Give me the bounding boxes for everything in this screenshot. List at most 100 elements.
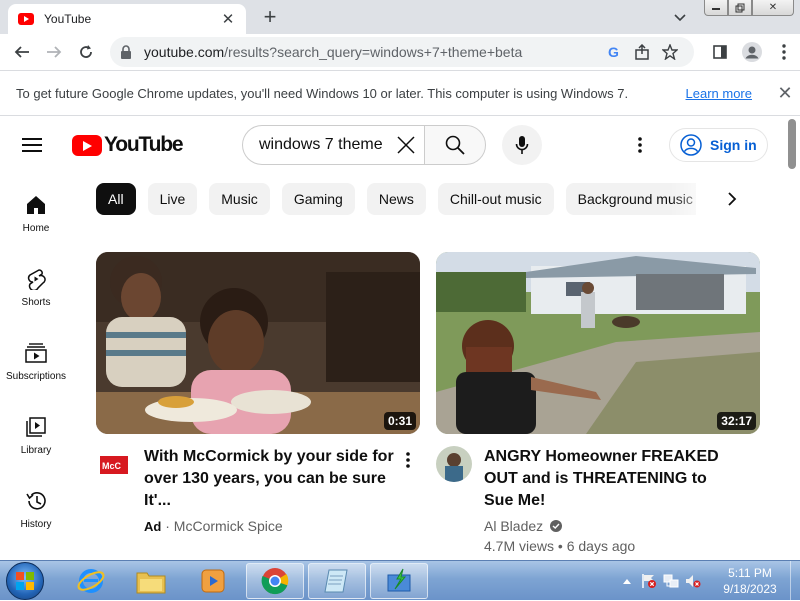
download-taskbar-button[interactable] — [370, 563, 428, 599]
google-lens-icon[interactable]: G — [600, 38, 628, 66]
update-infobar: To get future Google Chrome updates, you… — [0, 70, 800, 116]
video-title[interactable]: With McCormick by your side for over 130… — [144, 446, 394, 512]
search-icon — [445, 135, 465, 155]
search-query-text: windows 7 theme beta — [259, 136, 388, 153]
channel-name[interactable]: McCormick Spice — [174, 518, 283, 534]
video-duration: 0:31 — [383, 412, 416, 430]
share-icon[interactable] — [628, 38, 656, 66]
download-arrow-icon — [387, 568, 411, 592]
network-icon[interactable] — [662, 572, 680, 590]
action-center-icon[interactable] — [640, 572, 658, 590]
channel-avatar[interactable] — [436, 446, 472, 482]
volume-muted-icon[interactable] — [684, 572, 702, 590]
search-input[interactable]: windows 7 theme beta — [242, 125, 424, 165]
chip-music[interactable]: Music — [209, 183, 270, 215]
settings-more-icon[interactable] — [628, 133, 652, 157]
chrome-taskbar-button[interactable] — [246, 563, 304, 599]
profile-avatar-icon[interactable] — [736, 36, 768, 68]
internet-explorer-icon — [77, 569, 105, 593]
guide-item-subscriptions[interactable]: Subscriptions — [0, 335, 72, 409]
guide-menu-icon[interactable] — [22, 135, 50, 155]
youtube-page: YouTube windows 7 theme beta Sign in — [0, 117, 800, 560]
internet-explorer-taskbar-button[interactable] — [62, 563, 120, 599]
subscriptions-icon — [24, 341, 48, 365]
chip-fade — [670, 183, 720, 215]
browser-toolbar: youtube.com/results?search_query=windows… — [0, 34, 800, 70]
media-player-icon — [201, 569, 225, 593]
new-tab-button[interactable]: + — [258, 5, 282, 29]
tab-search-chevron-icon[interactable] — [670, 8, 690, 28]
bookmark-star-icon[interactable] — [656, 38, 684, 66]
home-icon — [24, 193, 48, 217]
windows-logo-icon — [16, 572, 34, 590]
show-hidden-icons-icon[interactable] — [618, 572, 636, 590]
clear-search-icon[interactable] — [388, 127, 424, 163]
youtube-masthead: YouTube windows 7 theme beta Sign in — [0, 117, 800, 173]
back-arrow-icon[interactable] — [6, 36, 38, 68]
history-icon — [24, 489, 48, 513]
library-icon — [24, 415, 48, 439]
search-button[interactable] — [424, 125, 486, 165]
youtube-logo[interactable]: YouTube — [72, 133, 184, 157]
notepad-icon — [324, 569, 348, 593]
infobar-close-icon[interactable]: ✕ — [770, 83, 800, 104]
guide-item-library[interactable]: Library — [0, 409, 72, 483]
address-bar[interactable]: youtube.com/results?search_query=windows… — [110, 37, 694, 67]
notepad-taskbar-button[interactable] — [308, 563, 366, 599]
window-restore-button[interactable] — [728, 0, 752, 16]
channel-avatar[interactable]: McC — [96, 446, 132, 482]
chrome-icon — [261, 568, 289, 595]
video-thumbnail[interactable]: 0:31 — [96, 252, 420, 434]
channel-name[interactable]: Al Bladez — [484, 518, 543, 534]
infobar-message: To get future Google Chrome updates, you… — [16, 85, 629, 101]
video-thumbnail[interactable]: 32:17 — [436, 252, 760, 434]
chevron-right-icon[interactable] — [716, 183, 748, 215]
window-close-button[interactable]: ✕ — [752, 0, 794, 16]
side-panel-icon[interactable] — [704, 36, 736, 68]
guide-item-label: Home — [22, 223, 50, 234]
window-minimize-button[interactable] — [704, 0, 728, 16]
video-more-icon[interactable] — [396, 448, 420, 472]
start-button[interactable] — [6, 562, 44, 600]
chip-chill-out-music[interactable]: Chill-out music — [437, 183, 554, 215]
browser-tab[interactable]: YouTube ✕ — [8, 4, 246, 34]
chip-news[interactable]: News — [366, 183, 426, 215]
voice-search-button[interactable] — [502, 125, 542, 165]
guide-item-history[interactable]: History — [0, 483, 72, 557]
sign-in-label: Sign in — [710, 137, 757, 153]
page-scrollbar[interactable] — [788, 119, 796, 169]
youtube-favicon-icon — [18, 13, 34, 25]
clock-date: 9/18/2023 — [723, 582, 777, 596]
explorer-taskbar-button[interactable] — [122, 563, 180, 599]
verified-check-icon — [550, 520, 563, 532]
svg-text:G: G — [608, 44, 619, 60]
learn-more-link[interactable]: Learn more — [686, 86, 752, 101]
account-circle-icon — [680, 134, 702, 156]
chip-live[interactable]: Live — [147, 183, 198, 215]
taskbar-clock[interactable]: 5:11 PM 9/18/2023 — [714, 565, 786, 597]
video-title[interactable]: ANGRY Homeowner FREAKED OUT and is THREA… — [484, 446, 734, 512]
media-player-taskbar-button[interactable] — [184, 563, 242, 599]
microphone-icon — [515, 136, 529, 154]
video-duration: 32:17 — [717, 412, 756, 430]
lock-icon — [120, 45, 134, 59]
svg-text:McC: McC — [102, 461, 122, 471]
system-tray — [616, 561, 704, 601]
guide-item-shorts[interactable]: Shorts — [0, 261, 72, 335]
show-desktop-button[interactable] — [790, 561, 800, 601]
forward-arrow-icon[interactable] — [38, 36, 70, 68]
tab-close-icon[interactable]: ✕ — [220, 10, 236, 28]
youtube-logo-text: YouTube — [104, 133, 184, 156]
url-text: youtube.com/results?search_query=windows… — [144, 44, 523, 60]
folder-icon — [136, 572, 166, 594]
sign-in-button[interactable]: Sign in — [669, 128, 768, 162]
chip-all[interactable]: All — [96, 183, 136, 215]
video-card[interactable]: 0:31 McC With McCormick by your side for… — [96, 252, 420, 537]
guide-item-home[interactable]: Home — [0, 187, 72, 261]
video-card[interactable]: 32:17 ANGRY Homeowner FREAKED OUT and is… — [436, 252, 760, 556]
windows-taskbar: 5:11 PM 9/18/2023 — [0, 560, 800, 601]
chip-gaming[interactable]: Gaming — [281, 183, 355, 215]
clock-time: 5:11 PM — [728, 566, 772, 580]
chrome-menu-icon[interactable] — [768, 36, 800, 68]
reload-icon[interactable] — [70, 36, 102, 68]
